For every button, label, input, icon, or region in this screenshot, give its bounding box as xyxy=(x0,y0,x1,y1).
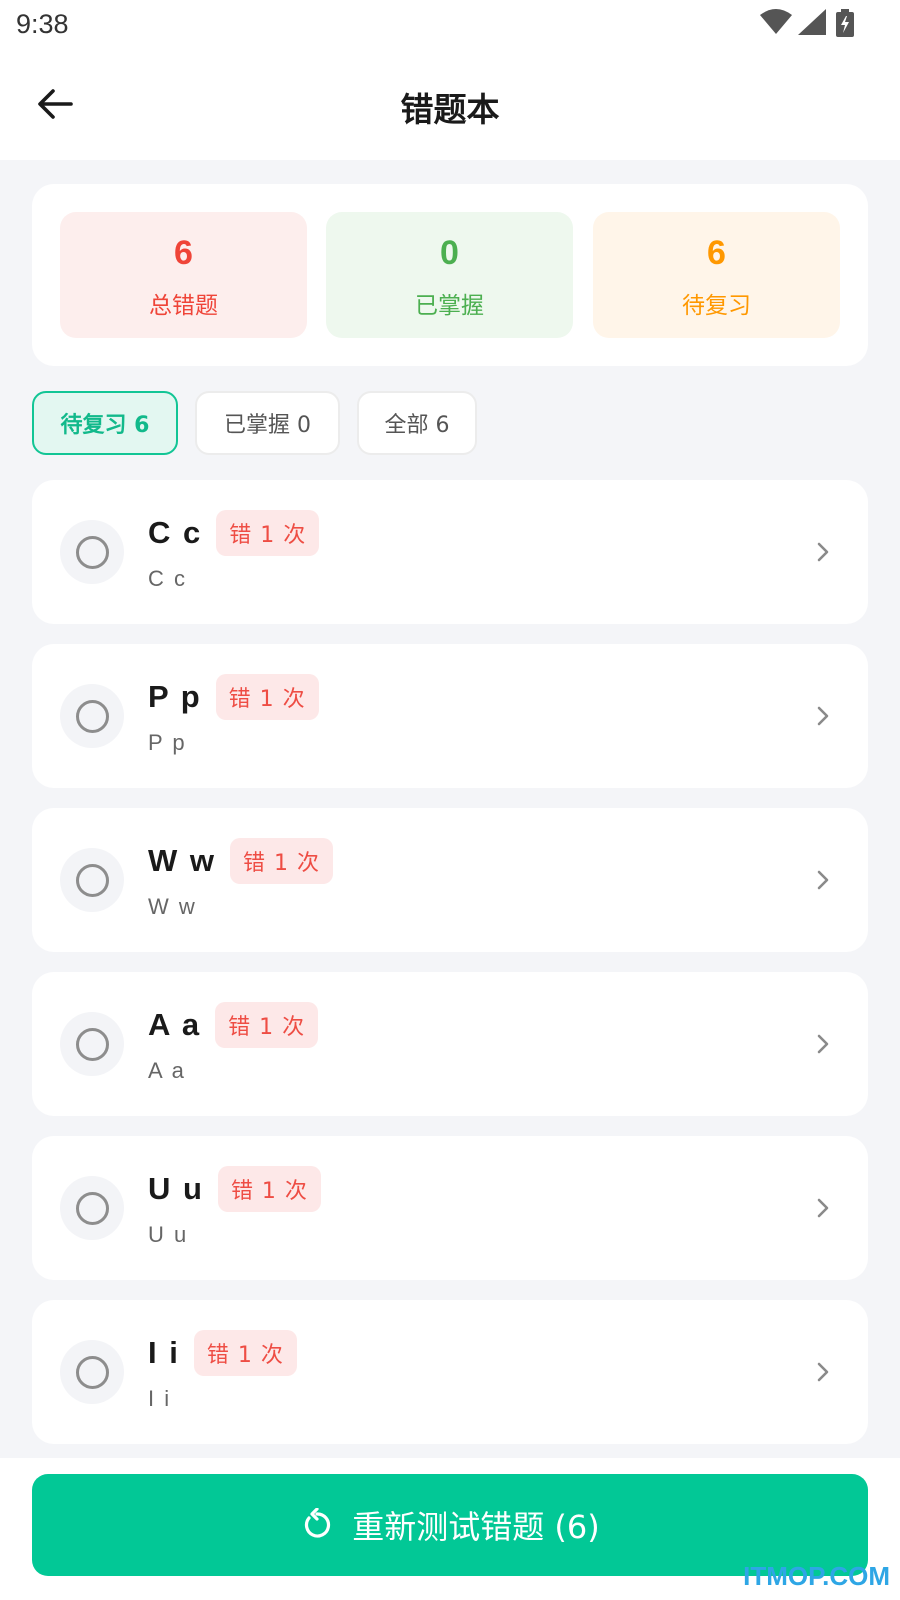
item-title: I i xyxy=(148,1335,180,1370)
check-circle-wrap[interactable] xyxy=(60,520,124,584)
unchecked-circle-icon[interactable] xyxy=(75,1355,109,1389)
refresh-icon xyxy=(305,1508,331,1538)
battery-charging-icon xyxy=(836,9,854,37)
list-item[interactable]: W w 错 1 次 W w xyxy=(32,808,868,952)
unchecked-circle-icon[interactable] xyxy=(75,1191,109,1225)
item-subtitle: U u xyxy=(148,1222,189,1247)
unchecked-circle-icon[interactable] xyxy=(75,699,109,733)
item-subtitle: P p xyxy=(148,730,187,755)
chevron-right-icon xyxy=(817,1034,829,1054)
app-bar: 错题本 xyxy=(0,48,900,160)
retest-button-label: 重新测试错题 (6) xyxy=(352,1508,600,1546)
list-item[interactable]: P p 错 1 次 P p xyxy=(32,644,868,788)
unchecked-circle-icon[interactable] xyxy=(75,535,109,569)
chevron-right-icon xyxy=(817,1362,829,1382)
status-time: 9:38 xyxy=(16,9,69,39)
chevron-right-icon xyxy=(817,870,829,890)
stat-mastered-value: 0 xyxy=(440,234,459,272)
list-item[interactable]: A a 错 1 次 A a xyxy=(32,972,868,1116)
check-circle-wrap[interactable] xyxy=(60,848,124,912)
wrong-count-badge: 错 1 次 xyxy=(215,1002,319,1048)
tab-all[interactable]: 全部 6 xyxy=(357,391,477,455)
unchecked-circle-icon[interactable] xyxy=(75,1027,109,1061)
check-circle-wrap[interactable] xyxy=(60,1340,124,1404)
chevron-right-icon xyxy=(817,542,829,562)
stat-mastered: 0 已掌握 xyxy=(326,212,573,338)
list-item[interactable]: U u 错 1 次 U u xyxy=(32,1136,868,1280)
wrong-count-badge: 错 1 次 xyxy=(193,1330,297,1376)
list-item[interactable]: I i 错 1 次 I i xyxy=(32,1300,868,1444)
status-bar: 9:38 xyxy=(0,0,900,48)
stat-total-label: 总错题 xyxy=(149,293,218,319)
list-item[interactable]: C c 错 1 次 C c xyxy=(32,480,868,624)
chevron-right-icon xyxy=(817,1198,829,1218)
wrong-count-badge: 错 1 次 xyxy=(230,838,333,884)
wrong-count-badge: 错 1 次 xyxy=(217,1166,321,1212)
stat-mastered-label: 已掌握 xyxy=(415,293,484,319)
item-title: U u xyxy=(148,1171,204,1206)
check-circle-wrap[interactable] xyxy=(60,1176,124,1240)
item-title: W w xyxy=(148,843,216,878)
signal-icon xyxy=(798,9,826,35)
chevron-right-icon xyxy=(817,706,829,726)
stat-pending-value: 6 xyxy=(707,234,726,272)
tab-mastered[interactable]: 已掌握 0 xyxy=(195,391,340,455)
tab-pending-review[interactable]: 待复习 6 xyxy=(32,391,178,455)
wrong-count-badge: 错 1 次 xyxy=(216,510,320,556)
item-title: C c xyxy=(148,515,203,550)
stat-pending-review: 6 待复习 xyxy=(593,212,840,338)
page-title: 错题本 xyxy=(400,90,500,129)
wrong-count-badge: 错 1 次 xyxy=(215,674,319,720)
item-subtitle: C c xyxy=(148,566,187,591)
watermark: ITMOP.COM xyxy=(743,1561,890,1591)
item-title: A a xyxy=(148,1007,202,1042)
stat-total-value: 6 xyxy=(174,234,193,272)
item-subtitle: A a xyxy=(148,1058,186,1083)
item-subtitle: I i xyxy=(148,1386,172,1411)
check-circle-wrap[interactable] xyxy=(60,684,124,748)
wifi-icon xyxy=(760,9,792,34)
stat-total-wrong: 6 总错题 xyxy=(60,212,307,338)
stat-pending-label: 待复习 xyxy=(682,293,751,319)
item-subtitle: W w xyxy=(148,894,197,919)
unchecked-circle-icon[interactable] xyxy=(75,863,109,897)
check-circle-wrap[interactable] xyxy=(60,1012,124,1076)
item-title: P p xyxy=(148,679,202,714)
stats-card: 6 总错题 0 已掌握 6 待复习 xyxy=(32,184,868,366)
